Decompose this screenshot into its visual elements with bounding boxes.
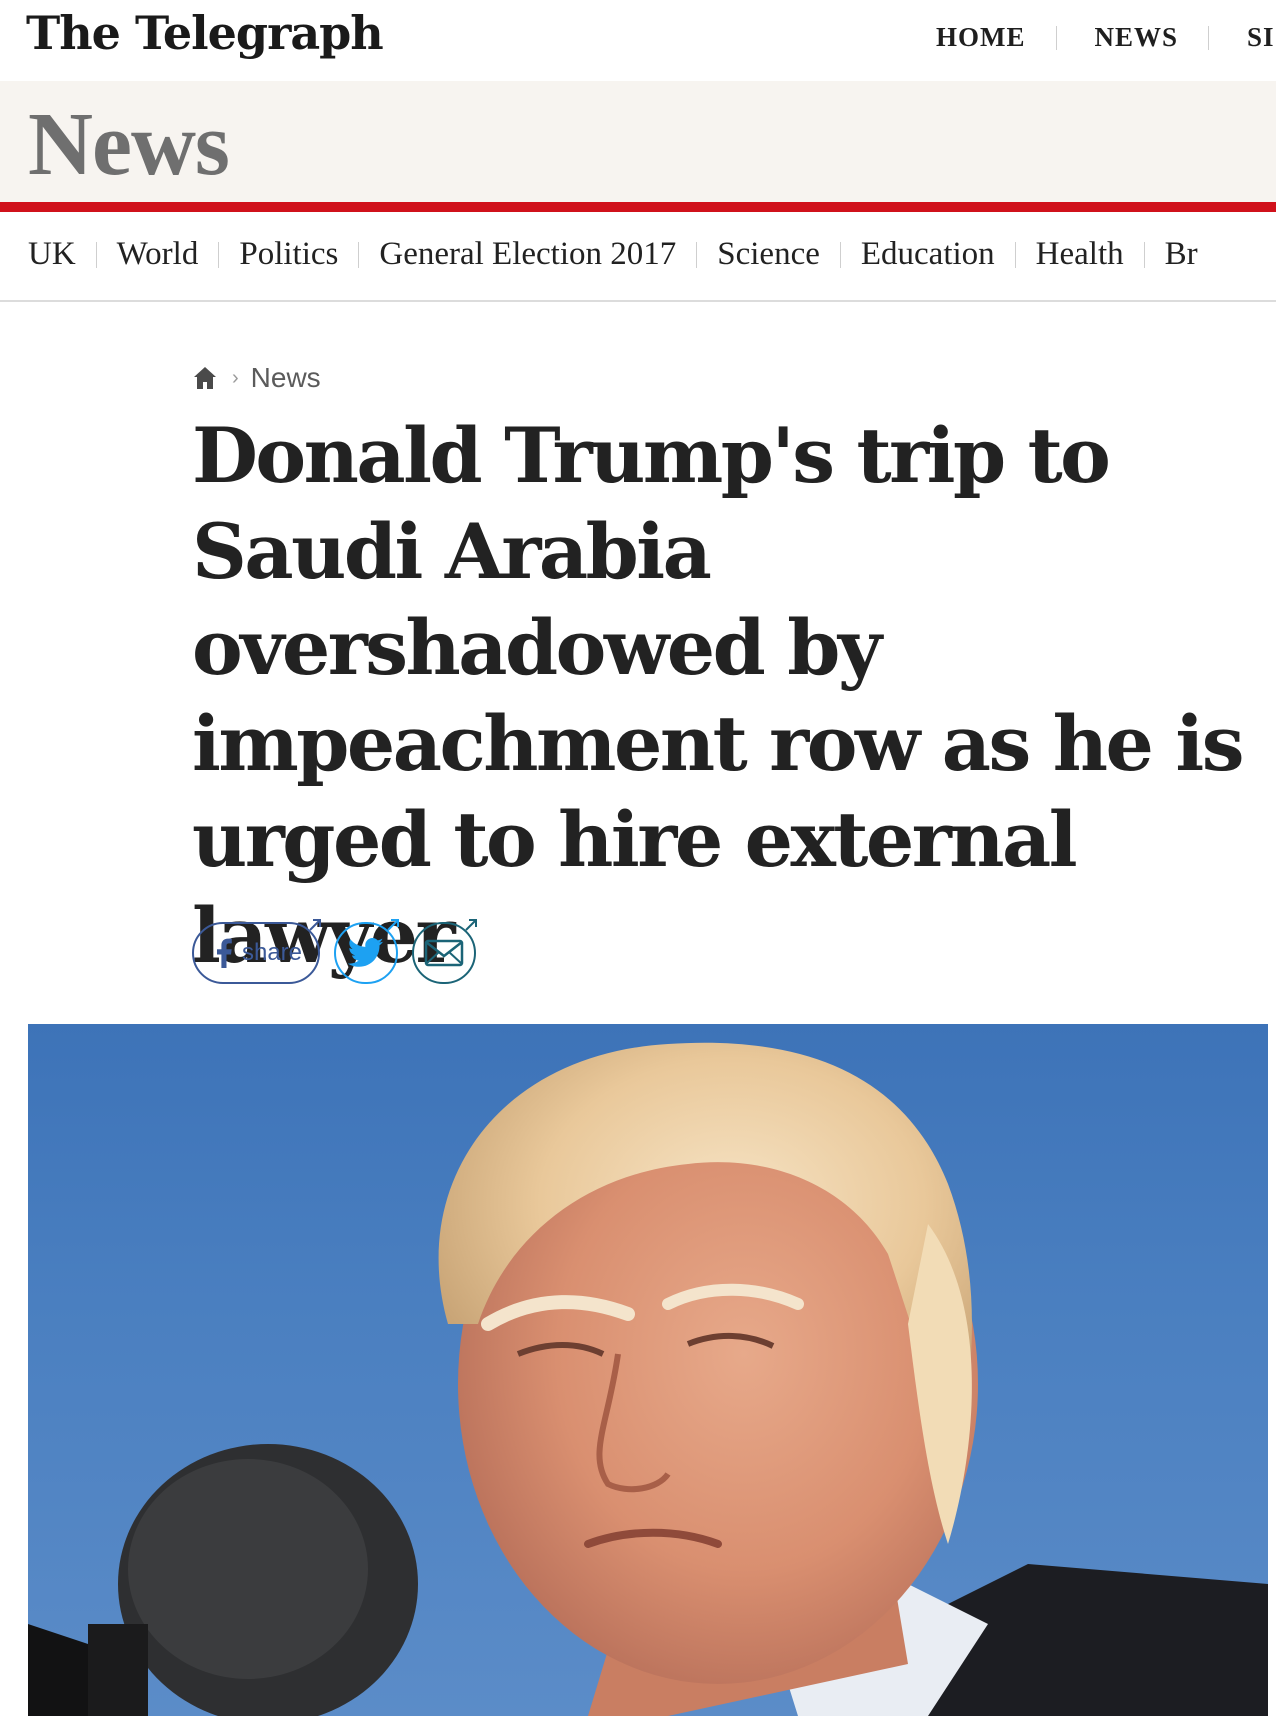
subnav-divider [696,241,698,268]
section-red-rule [0,202,1276,212]
top-nav-sport[interactable]: SI [1247,22,1276,53]
facebook-icon [216,938,232,968]
email-icon [424,939,464,967]
section-subnav: UK World Politics General Election 2017 … [0,212,1276,302]
subnav-item-education[interactable]: Education [861,236,995,273]
subnav-divider [358,241,360,268]
breadcrumb-link-news[interactable]: News [251,362,321,394]
top-nav-home[interactable]: HOME [936,22,1056,53]
twitter-share-button[interactable] [334,919,399,984]
subnav-item-politics[interactable]: Politics [239,236,338,273]
home-icon[interactable] [192,365,218,391]
twitter-icon [348,938,384,967]
subnav-item-health[interactable]: Health [1036,236,1124,273]
external-link-icon [465,919,477,931]
email-share-button[interactable] [412,919,477,984]
subnav-divider [839,241,841,268]
facebook-share-button[interactable]: share [192,919,321,984]
subnav-divider [95,241,97,268]
top-nav-divider [1208,25,1210,50]
article-headline: Donald Trump's trip to Saudi Arabia over… [192,411,1244,980]
subnav-divider [1143,241,1145,268]
external-link-icon [309,919,321,931]
share-buttons: share [192,919,477,984]
breadcrumb-chevron-icon: › [232,366,239,389]
top-nav-news[interactable]: NEWS [1095,22,1209,53]
subnav-item-world[interactable]: World [117,236,199,273]
facebook-share-label: share [241,939,303,966]
external-link-icon [387,919,399,931]
top-nav-divider [1055,25,1057,50]
subnav-divider [218,241,220,268]
subnav-item-business[interactable]: Br [1165,236,1198,273]
masthead: The Telegraph HOME NEWS SI [0,0,1276,81]
breadcrumb: › News [192,362,321,394]
telegraph-logo[interactable]: The Telegraph [26,6,384,60]
subnav-list: UK World Politics General Election 2017 … [28,236,1198,273]
section-title[interactable]: News [28,93,230,196]
subnav-item-general-election[interactable]: General Election 2017 [379,236,676,273]
hero-image[interactable] [28,1024,1268,1716]
top-nav: HOME NEWS SI [936,22,1276,53]
subnav-divider [1014,241,1016,268]
section-band: News [0,81,1276,202]
subnav-item-uk[interactable]: UK [28,236,76,273]
subnav-item-science[interactable]: Science [717,236,820,273]
hero-photo-illustration [28,1042,1268,1716]
